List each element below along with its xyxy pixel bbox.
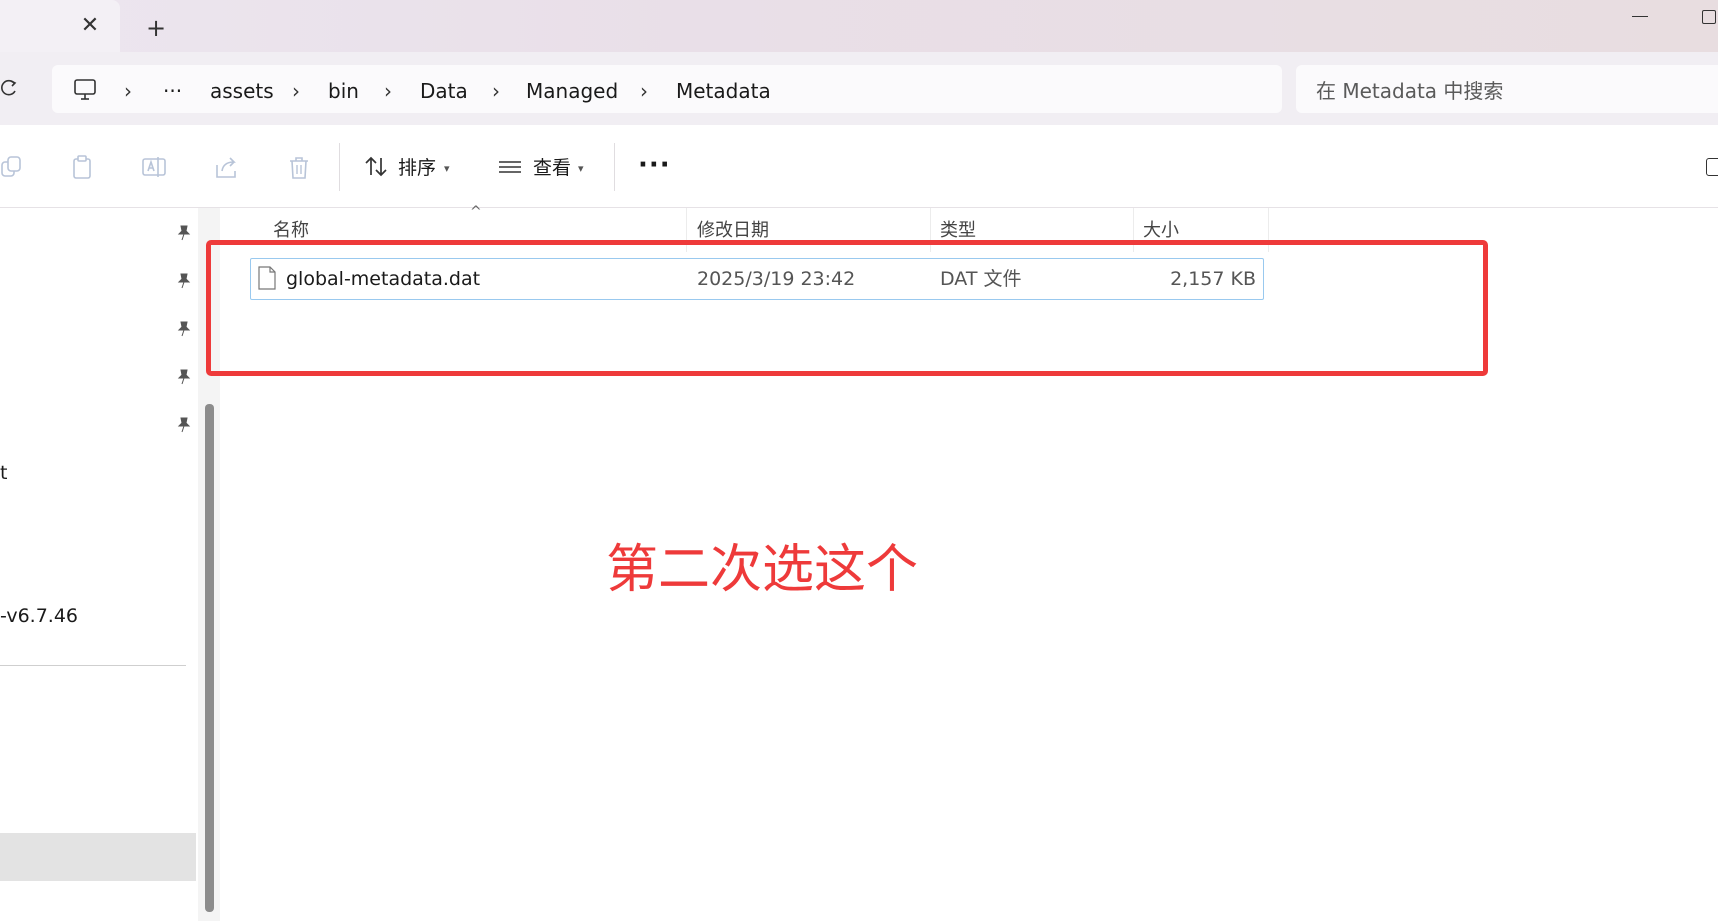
minimize-button[interactable]: [1632, 6, 1648, 26]
nav-item[interactable]: t: [0, 461, 7, 485]
more-options-button[interactable]: ···: [638, 150, 671, 180]
command-bar: [0, 125, 1718, 208]
toolbar-divider: [339, 143, 340, 191]
tab-current[interactable]: [0, 0, 120, 52]
annotation-text: 第二次选这个: [606, 540, 919, 600]
breadcrumb-separator[interactable]: ›: [640, 78, 648, 104]
refresh-icon[interactable]: [0, 78, 20, 98]
search-placeholder[interactable]: 在 Metadata 中搜索: [1316, 78, 1503, 104]
breadcrumb-assets[interactable]: assets: [210, 78, 274, 104]
breadcrumb-separator[interactable]: ›: [384, 78, 392, 104]
details-pane-icon[interactable]: [1706, 158, 1718, 176]
delete-icon[interactable]: [285, 153, 313, 181]
sort-ascending-icon: ^: [470, 204, 482, 220]
toolbar-divider: [614, 143, 615, 191]
breadcrumb-data[interactable]: Data: [420, 78, 468, 104]
title-bar: [0, 0, 1718, 52]
nav-item-selected[interactable]: [0, 833, 196, 881]
close-icon[interactable]: ✕: [78, 14, 102, 38]
navigation-pane: [0, 208, 200, 921]
annotation-highlight-box: [206, 240, 1488, 376]
pin-icon[interactable]: [176, 320, 192, 338]
pin-icon[interactable]: [176, 368, 192, 386]
sort-button[interactable]: 排序: [398, 155, 436, 181]
breadcrumb-overflow[interactable]: ···: [163, 78, 182, 104]
copy-icon[interactable]: [0, 153, 26, 181]
breadcrumb-separator[interactable]: ›: [124, 78, 132, 104]
pin-icon[interactable]: [176, 272, 192, 290]
breadcrumb-separator[interactable]: ›: [492, 78, 500, 104]
breadcrumb-bin[interactable]: bin: [328, 78, 359, 104]
sort-icon[interactable]: [362, 153, 390, 181]
maximize-button[interactable]: [1702, 10, 1716, 24]
breadcrumb-managed[interactable]: Managed: [526, 78, 618, 104]
nav-divider: [0, 665, 186, 666]
paste-icon[interactable]: [68, 153, 96, 181]
new-tab-button[interactable]: +: [144, 16, 168, 40]
chevron-down-icon[interactable]: ▾: [444, 162, 450, 175]
view-button[interactable]: 查看: [533, 155, 571, 181]
rename-icon[interactable]: [140, 153, 168, 181]
share-icon[interactable]: [213, 153, 241, 181]
pin-icon[interactable]: [176, 224, 192, 242]
chevron-down-icon[interactable]: ▾: [578, 162, 584, 175]
nav-item[interactable]: -v6.7.46: [0, 604, 78, 628]
nav-scrollbar-thumb[interactable]: [205, 404, 214, 912]
this-pc-icon[interactable]: [72, 78, 98, 102]
breadcrumb-metadata[interactable]: Metadata: [676, 78, 771, 104]
breadcrumb-separator[interactable]: ›: [292, 78, 300, 104]
pin-icon[interactable]: [176, 416, 192, 434]
view-icon[interactable]: [496, 153, 524, 181]
